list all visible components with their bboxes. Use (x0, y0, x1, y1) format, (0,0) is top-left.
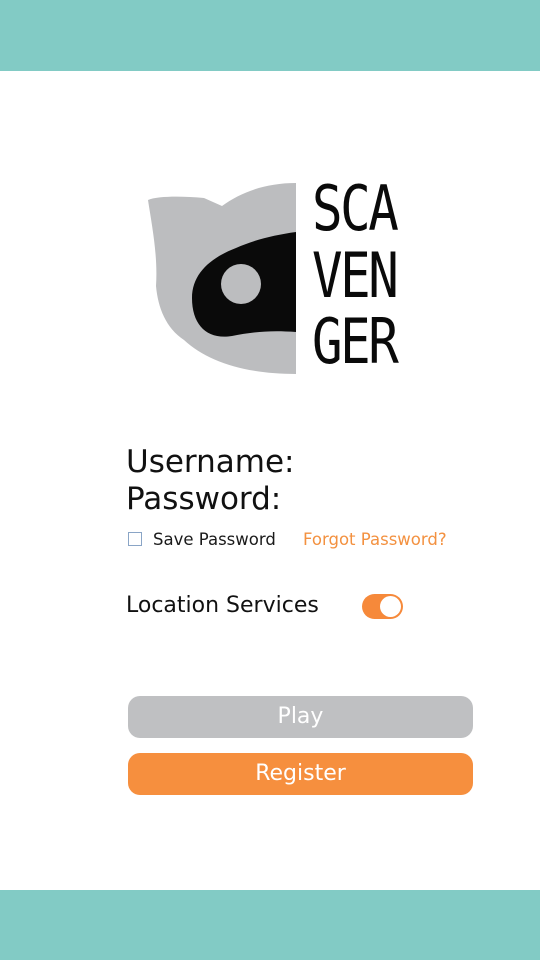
password-label[interactable]: Password: (126, 481, 281, 517)
save-password-row: Save Password Forgot Password? (128, 530, 468, 552)
bottom-bar (0, 890, 540, 960)
scavenger-logo: SCA VEN GER (146, 178, 410, 378)
username-label[interactable]: Username: (126, 444, 294, 480)
save-password-label[interactable]: Save Password (153, 530, 276, 550)
top-bar (0, 0, 540, 71)
logo-text-line2: VEN (312, 239, 399, 312)
location-services-toggle[interactable] (362, 594, 403, 619)
play-button[interactable]: Play (128, 696, 473, 738)
save-password-checkbox[interactable] (128, 532, 142, 546)
location-services-label: Location Services (126, 593, 319, 618)
logo-text-line1: SCA (312, 172, 399, 245)
logo-text-line3: GER (312, 305, 399, 378)
toggle-knob (380, 596, 401, 617)
forgot-password-link[interactable]: Forgot Password? (303, 530, 447, 550)
register-button[interactable]: Register (128, 753, 473, 795)
